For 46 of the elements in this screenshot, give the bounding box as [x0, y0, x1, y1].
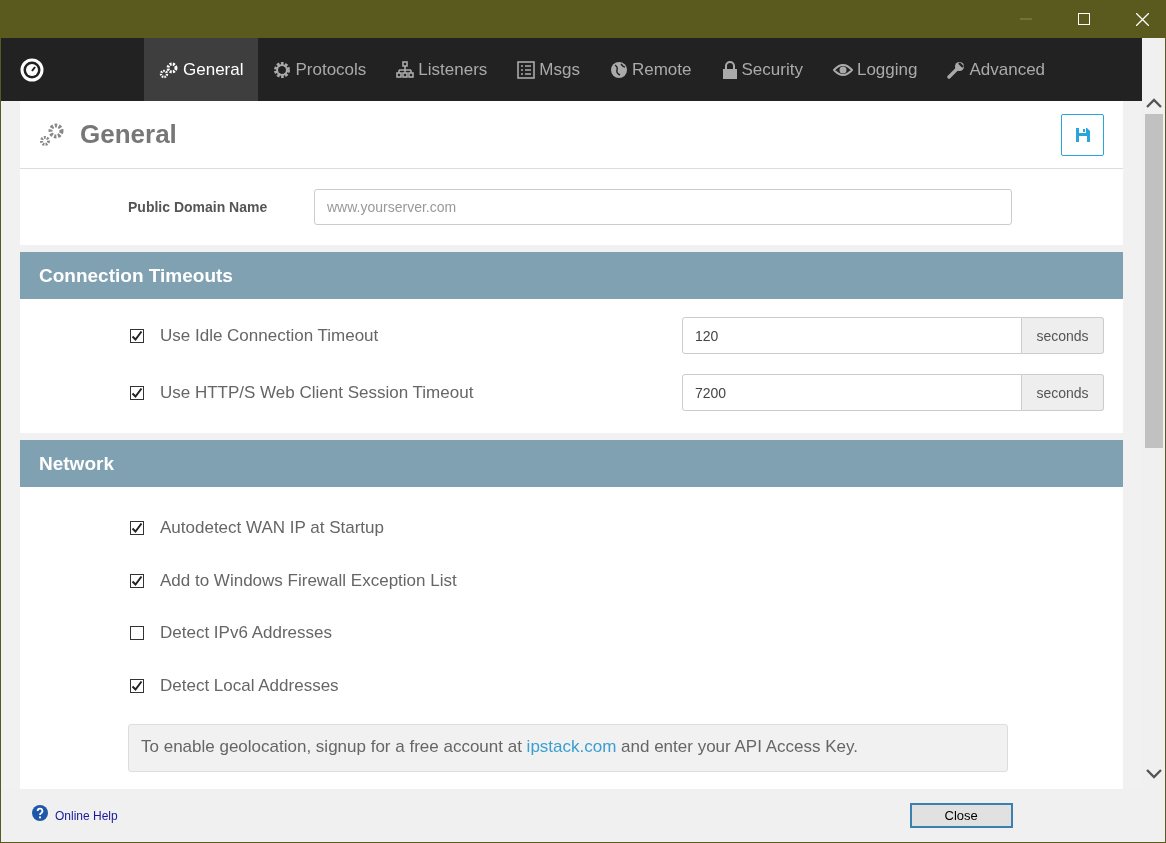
- option-label: Use HTTP/S Web Client Session Timeout: [160, 382, 475, 403]
- section-title: Network: [39, 452, 114, 475]
- section-title: Connection Timeouts: [39, 264, 233, 287]
- nav-tab[interactable]: Listeners: [381, 38, 503, 101]
- unit-label: seconds: [1022, 317, 1104, 354]
- gears-icon: [38, 121, 66, 148]
- option-label: Use Idle Connection Timeout: [160, 325, 380, 346]
- checkbox[interactable]: [130, 521, 144, 535]
- unit-label: seconds: [1022, 374, 1104, 411]
- nav-tab[interactable]: Logging: [817, 38, 933, 101]
- gear-icon: [273, 60, 292, 79]
- nav-tab[interactable]: Advanced: [932, 38, 1061, 101]
- scroll-down-icon[interactable]: [1145, 769, 1162, 779]
- dashboard-icon[interactable]: [20, 57, 44, 82]
- wrench-icon: [947, 60, 966, 79]
- checkbox[interactable]: [130, 328, 144, 343]
- option-label: Autodetect WAN IP at Startup: [160, 518, 385, 538]
- nav-tab[interactable]: Msgs: [502, 38, 595, 101]
- info-text: To enable geolocation, signup for a free account at ipstack.com and enter your API Access Key.: [141, 737, 858, 756]
- option-label: Detect Local Addresses: [160, 675, 340, 696]
- checkbox[interactable]: [130, 626, 144, 640]
- nav-tab[interactable]: Protocols: [258, 38, 382, 101]
- domain-input[interactable]: www.yourserver.com: [314, 189, 1012, 225]
- nav-tab[interactable]: Remote: [594, 38, 707, 101]
- nav-tab[interactable]: Security: [706, 38, 818, 101]
- list-icon: [517, 60, 536, 79]
- option-label: Add to Windows Firewall Exception List: [160, 570, 458, 591]
- save-button[interactable]: [1061, 113, 1104, 156]
- eye-icon: [832, 62, 853, 77]
- online-help-link[interactable]: Online Help: [55, 808, 118, 823]
- timeout-input[interactable]: 120: [682, 317, 1022, 354]
- sitemap-icon: [396, 60, 415, 79]
- close-button[interactable]: Close: [909, 803, 1013, 828]
- page-title: General: [80, 119, 178, 150]
- checkbox[interactable]: [130, 385, 144, 400]
- field-label: Public Domain Name: [128, 199, 269, 215]
- gears-icon: [159, 60, 179, 79]
- checkbox[interactable]: [130, 573, 144, 588]
- nav-tab[interactable]: General: [144, 38, 259, 101]
- scroll-up-icon[interactable]: [1145, 98, 1162, 108]
- help-icon[interactable]: [32, 804, 48, 821]
- option-label: Detect IPv6 Addresses: [160, 623, 333, 643]
- checkbox[interactable]: [130, 678, 144, 693]
- globe-icon: [609, 60, 628, 79]
- timeout-input[interactable]: 7200: [682, 374, 1022, 411]
- lock-icon: [721, 60, 738, 79]
